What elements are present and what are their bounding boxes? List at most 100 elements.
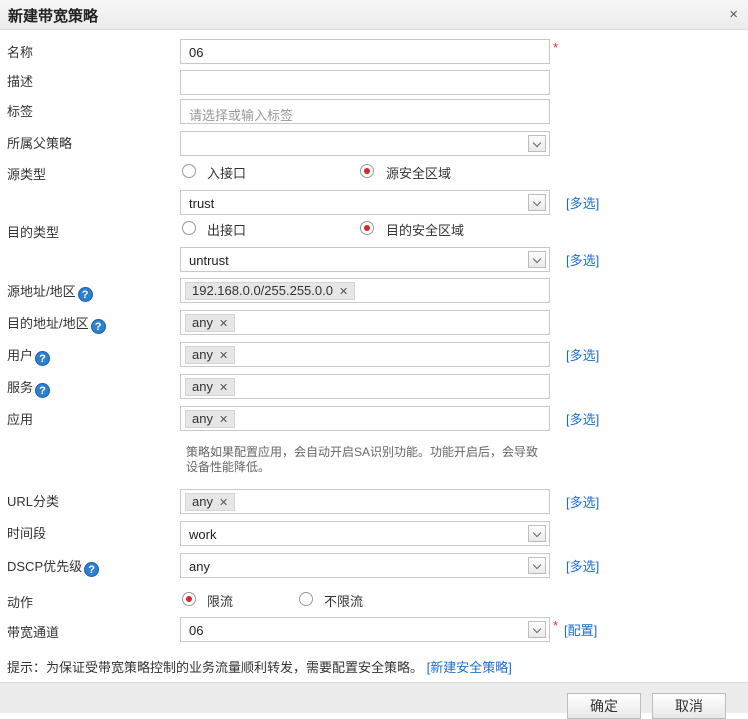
remove-tag-icon[interactable]: ✕	[219, 414, 228, 426]
url-category-tag: any ✕	[185, 493, 236, 511]
remove-tag-icon[interactable]: ✕	[219, 350, 228, 362]
chevron-down-icon[interactable]	[528, 557, 546, 574]
application-tag: any ✕	[185, 410, 236, 428]
source-address-tag-text: 192.168.0.0/255.255.0.0	[192, 283, 333, 298]
dest-interface-radio[interactable]	[182, 221, 196, 235]
application-tag-text: any	[192, 411, 213, 426]
source-interface-radio[interactable]	[182, 164, 196, 178]
new-security-policy-link[interactable]: [新建安全策略]	[427, 660, 512, 675]
source-zone-radio[interactable]	[360, 164, 374, 178]
description-input[interactable]	[180, 70, 550, 95]
source-zone-label: 源安全区域	[386, 166, 452, 181]
application-label: 应用	[7, 412, 34, 427]
bandwidth-channel-config-link[interactable]: [配置]	[564, 620, 597, 639]
source-address-input[interactable]: 192.168.0.0/255.255.0.0 ✕	[180, 278, 550, 303]
chevron-down-icon[interactable]	[528, 251, 546, 268]
chevron-down-icon[interactable]	[528, 135, 546, 152]
dscp-label-text: DSCP优先级	[7, 559, 83, 574]
action-nolimit-radio[interactable]	[299, 592, 313, 606]
help-icon[interactable]: ?	[90, 319, 106, 334]
service-input[interactable]: any ✕	[180, 374, 550, 399]
service-tag-text: any	[192, 379, 213, 394]
dest-address-label: 目的地址/地区?	[7, 313, 106, 334]
description-label: 描述	[7, 74, 34, 89]
time-range-select[interactable]: work	[180, 521, 550, 546]
user-multi-link[interactable]: [多选]	[566, 345, 599, 364]
tags-placeholder: 请选择或输入标签	[189, 108, 294, 123]
dest-interface-label: 出接口	[207, 223, 247, 238]
new-bandwidth-policy-dialog: 新建带宽策略 × 名称 06 * 描述 标签 请选择或输入标签 所属父策略 源类…	[0, 0, 748, 719]
source-interface-label: 入接口	[207, 166, 247, 181]
bandwidth-channel-value: 06	[189, 623, 204, 638]
action-label: 动作	[7, 595, 34, 610]
application-note: 策略如果配置应用，会自动开启SA识别功能。功能开启后，会导致设备性能降低。	[186, 445, 539, 474]
bandwidth-channel-label: 带宽通道	[7, 625, 60, 640]
help-icon[interactable]: ?	[77, 287, 93, 302]
url-category-multi-link[interactable]: [多选]	[566, 492, 599, 511]
dest-zone-select[interactable]: untrust	[180, 247, 550, 272]
application-multi-link[interactable]: [多选]	[566, 409, 599, 428]
chevron-down-icon[interactable]	[528, 525, 546, 542]
name-input[interactable]: 06	[180, 39, 550, 64]
source-address-tag: 192.168.0.0/255.255.0.0 ✕	[185, 282, 356, 300]
dscp-label: DSCP优先级?	[7, 556, 100, 577]
source-zone-select[interactable]: trust	[180, 190, 550, 215]
time-range-value: work	[189, 527, 217, 542]
parent-policy-label: 所属父策略	[7, 136, 73, 151]
help-icon[interactable]: ?	[84, 562, 100, 577]
chevron-down-icon[interactable]	[528, 621, 546, 638]
url-category-input[interactable]: any ✕	[180, 489, 550, 514]
dscp-select[interactable]: any	[180, 553, 550, 578]
user-tag: any ✕	[185, 346, 236, 364]
help-icon[interactable]: ?	[35, 351, 51, 366]
remove-tag-icon[interactable]: ✕	[219, 382, 228, 394]
user-label-text: 用户	[7, 348, 34, 363]
dest-address-tag-text: any	[192, 315, 213, 330]
bandwidth-channel-required-mark: *	[553, 618, 559, 633]
hint-text: 提示：为保证受带宽策略控制的业务流量顺利转发，需要配置安全策略。	[7, 660, 424, 675]
parent-policy-select[interactable]	[180, 131, 550, 156]
user-tag-text: any	[192, 347, 213, 362]
url-category-tag-text: any	[192, 494, 213, 509]
dialog-title: 新建带宽策略	[8, 8, 99, 25]
dest-zone-value: untrust	[189, 253, 229, 268]
close-icon[interactable]: ×	[729, 6, 738, 23]
dialog-footer: 确定 取消	[0, 682, 748, 719]
dscp-value: any	[189, 559, 210, 574]
cancel-button[interactable]: 取消	[652, 693, 726, 719]
help-icon[interactable]: ?	[35, 383, 51, 398]
dest-zone-label: 目的安全区域	[386, 223, 465, 238]
remove-tag-icon[interactable]: ✕	[219, 318, 228, 330]
service-tag: any ✕	[185, 378, 236, 396]
url-category-label: URL分类	[7, 494, 60, 509]
source-zone-value: trust	[189, 196, 215, 211]
security-policy-hint: 提示：为保证受带宽策略控制的业务流量顺利转发，需要配置安全策略。 [新建安全策略…	[7, 657, 512, 676]
dialog-titlebar: 新建带宽策略 ×	[0, 0, 748, 30]
dscp-multi-link[interactable]: [多选]	[566, 556, 599, 575]
action-limit-radio[interactable]	[182, 592, 196, 606]
dest-zone-radio[interactable]	[360, 221, 374, 235]
source-address-label-text: 源地址/地区	[7, 284, 76, 299]
dest-address-tag: any ✕	[185, 314, 236, 332]
dest-zone-multi-link[interactable]: [多选]	[566, 250, 599, 269]
tags-input[interactable]: 请选择或输入标签	[180, 99, 550, 124]
service-label-text: 服务	[7, 380, 34, 395]
dest-address-input[interactable]: any ✕	[180, 310, 550, 335]
remove-tag-icon[interactable]: ✕	[339, 286, 348, 298]
application-input[interactable]: any ✕	[180, 406, 550, 431]
user-input[interactable]: any ✕	[180, 342, 550, 367]
remove-tag-icon[interactable]: ✕	[219, 497, 228, 509]
name-value: 06	[189, 45, 204, 60]
action-nolimit-label: 不限流	[324, 594, 364, 609]
time-range-label: 时间段	[7, 526, 47, 541]
bandwidth-channel-select[interactable]: 06	[180, 617, 550, 642]
chevron-down-icon[interactable]	[528, 194, 546, 211]
ok-button[interactable]: 确定	[567, 693, 641, 719]
name-label: 名称	[7, 45, 34, 60]
user-label: 用户?	[7, 345, 51, 366]
dest-address-label-text: 目的地址/地区	[7, 316, 89, 331]
name-required-mark: *	[553, 40, 559, 55]
source-address-label: 源地址/地区?	[7, 281, 93, 302]
source-zone-multi-link[interactable]: [多选]	[566, 193, 599, 212]
source-type-label: 源类型	[7, 167, 47, 182]
